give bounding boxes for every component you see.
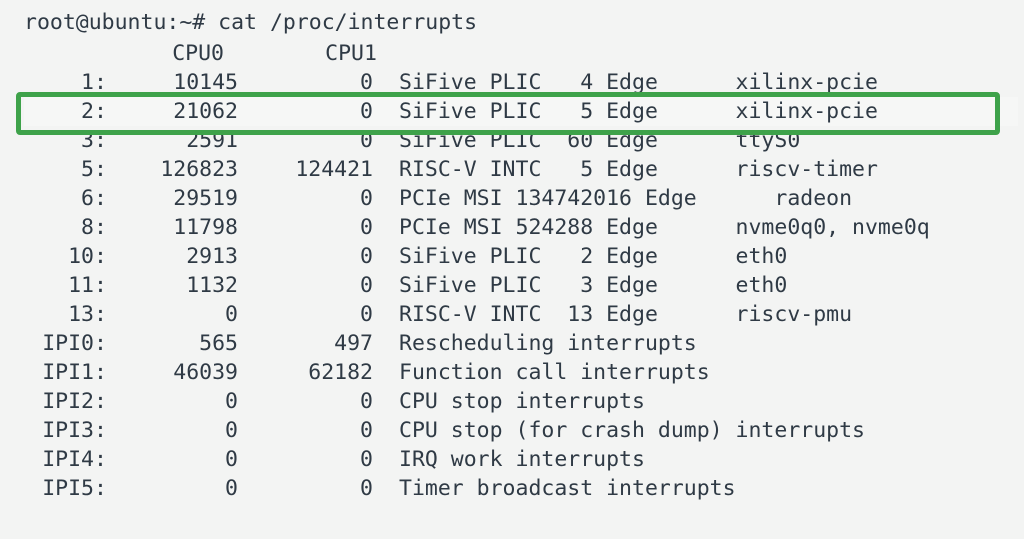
shell-prompt: root@ubuntu:~# cat /proc/interrupts xyxy=(24,8,1018,37)
irq-description: CPU stop interrupts xyxy=(373,387,645,416)
irq-number: IPI3 xyxy=(24,416,94,445)
cpu0-count: 1132 xyxy=(108,271,238,300)
table-row: 3:25910SiFive PLIC 60 Edge ttyS0 xyxy=(24,126,1018,155)
table-row: 1:101450SiFive PLIC 4 Edge xilinx-pcie xyxy=(24,68,1018,97)
irq-number: IPI0 xyxy=(24,329,94,358)
table-row: 11:11320SiFive PLIC 3 Edge eth0 xyxy=(24,271,1018,300)
cpu1-count: 0 xyxy=(238,126,373,155)
table-row: IPI1:4603962182Function call interrupts xyxy=(24,358,1018,387)
irq-description: PCIe MSI 134742016 Edge radeon xyxy=(373,184,852,213)
cpu0-count: 0 xyxy=(108,416,238,445)
irq-number: 1 xyxy=(24,68,94,97)
cpu1-count: 0 xyxy=(238,387,373,416)
colon: : xyxy=(94,213,108,242)
colon: : xyxy=(94,416,108,445)
cpu1-count: 0 xyxy=(238,474,373,503)
cpu0-count: 46039 xyxy=(108,358,238,387)
colon: : xyxy=(94,97,108,126)
table-row: IPI0:565497Rescheduling interrupts xyxy=(24,329,1018,358)
irq-description: SiFive PLIC 60 Edge ttyS0 xyxy=(373,126,800,155)
table-row: 13:00RISC-V INTC 13 Edge riscv-pmu xyxy=(24,300,1018,329)
irq-description: SiFive PLIC 2 Edge eth0 xyxy=(373,242,787,271)
table-row: 5:126823124421RISC-V INTC 5 Edge riscv-t… xyxy=(24,155,1018,184)
cpu1-count: 0 xyxy=(238,184,373,213)
prompt-text: root@ubuntu:~# cat /proc/interrupts xyxy=(24,10,477,35)
cpu0-count: 29519 xyxy=(108,184,238,213)
cpu0-count: 2913 xyxy=(108,242,238,271)
interrupts-header: CPU0 CPU1 xyxy=(24,39,377,68)
cpu1-count: 0 xyxy=(238,416,373,445)
irq-description: CPU stop (for crash dump) interrupts xyxy=(373,416,865,445)
table-row: 8:117980PCIe MSI 524288 Edge nvme0q0, nv… xyxy=(24,213,1018,242)
irq-description: RISC-V INTC 5 Edge riscv-timer xyxy=(373,155,878,184)
colon: : xyxy=(94,474,108,503)
irq-description: SiFive PLIC 3 Edge eth0 xyxy=(373,271,787,300)
irq-description: RISC-V INTC 13 Edge riscv-pmu xyxy=(373,300,852,329)
cpu1-count: 0 xyxy=(238,242,373,271)
cpu1-count: 0 xyxy=(238,213,373,242)
cpu0-count: 21062 xyxy=(108,97,238,126)
irq-number: 3 xyxy=(24,126,94,155)
irq-number: 6 xyxy=(24,184,94,213)
cpu0-count: 0 xyxy=(108,300,238,329)
irq-number: IPI5 xyxy=(24,474,94,503)
cpu0-count: 11798 xyxy=(108,213,238,242)
irq-number: 2 xyxy=(24,97,94,126)
cpu1-count: 0 xyxy=(238,271,373,300)
colon: : xyxy=(94,358,108,387)
cpu1-count: 0 xyxy=(238,97,373,126)
irq-description: Function call interrupts xyxy=(373,358,710,387)
cpu1-count: 0 xyxy=(238,68,373,97)
cpu1-count: 0 xyxy=(238,300,373,329)
table-row: IPI4:00IRQ work interrupts xyxy=(24,445,1018,474)
irq-description: Timer broadcast interrupts xyxy=(373,474,736,503)
colon: : xyxy=(94,184,108,213)
colon: : xyxy=(94,329,108,358)
cpu1-count: 497 xyxy=(238,329,373,358)
irq-description: PCIe MSI 524288 Edge nvme0q0, nvme0q xyxy=(373,213,930,242)
irq-description: SiFive PLIC 5 Edge xilinx-pcie xyxy=(373,97,878,126)
irq-number: IPI1 xyxy=(24,358,94,387)
irq-number: 8 xyxy=(24,213,94,242)
colon: : xyxy=(94,155,108,184)
colon: : xyxy=(94,242,108,271)
header-cpu1: CPU1 xyxy=(237,39,377,68)
colon: : xyxy=(94,387,108,416)
cpu0-count: 2591 xyxy=(108,126,238,155)
table-row: 10:29130SiFive PLIC 2 Edge eth0 xyxy=(24,242,1018,271)
table-row: 2:210620SiFive PLIC 5 Edge xilinx-pcie xyxy=(24,97,1018,126)
colon: : xyxy=(94,271,108,300)
table-row: IPI2:00CPU stop interrupts xyxy=(24,387,1018,416)
irq-number: 5 xyxy=(24,155,94,184)
irq-number: 10 xyxy=(24,242,94,271)
cpu1-count: 0 xyxy=(238,445,373,474)
table-row: IPI5:00Timer broadcast interrupts xyxy=(24,474,1018,503)
irq-description: SiFive PLIC 4 Edge xilinx-pcie xyxy=(373,68,878,97)
irq-number: IPI2 xyxy=(24,387,94,416)
table-row: 6:295190PCIe MSI 134742016 Edge radeon xyxy=(24,184,1018,213)
colon: : xyxy=(94,300,108,329)
colon: : xyxy=(94,445,108,474)
cpu0-count: 565 xyxy=(108,329,238,358)
irq-description: Rescheduling interrupts xyxy=(373,329,697,358)
irq-description: IRQ work interrupts xyxy=(373,445,645,474)
cpu0-count: 0 xyxy=(108,387,238,416)
cpu1-count: 124421 xyxy=(238,155,373,184)
colon: : xyxy=(94,68,108,97)
interrupts-table: 1:101450SiFive PLIC 4 Edge xilinx-pcie2:… xyxy=(24,68,1018,503)
cpu1-count: 62182 xyxy=(238,358,373,387)
cpu0-count: 0 xyxy=(108,474,238,503)
irq-number: IPI4 xyxy=(24,445,94,474)
cpu0-count: 10145 xyxy=(108,68,238,97)
header-cpu0: CPU0 xyxy=(24,39,224,68)
cpu0-count: 0 xyxy=(108,445,238,474)
table-row: IPI3:00CPU stop (for crash dump) interru… xyxy=(24,416,1018,445)
irq-number: 11 xyxy=(24,271,94,300)
colon: : xyxy=(94,126,108,155)
irq-number: 13 xyxy=(24,300,94,329)
cpu0-count: 126823 xyxy=(108,155,238,184)
